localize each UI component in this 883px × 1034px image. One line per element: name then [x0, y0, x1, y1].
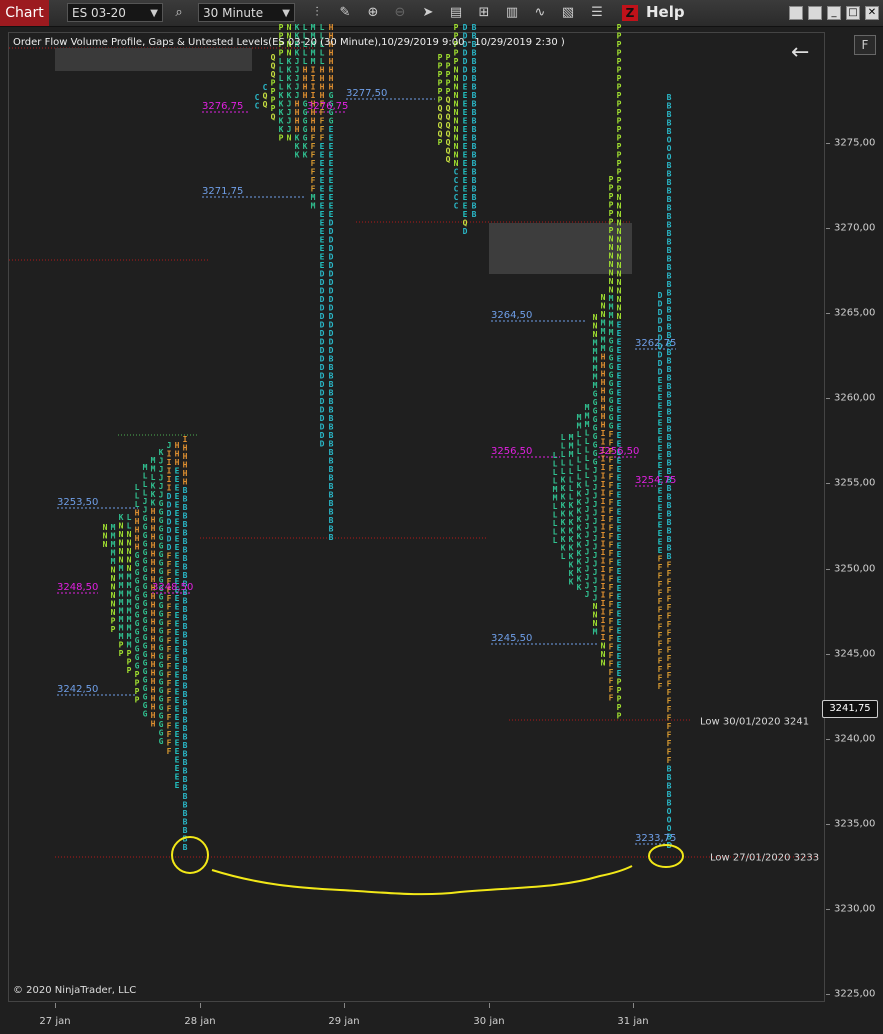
indicators-icon[interactable]: ∿: [531, 4, 549, 22]
untested-level-label: 3277,50: [346, 88, 388, 99]
poc-level-label: 3248,50: [57, 582, 99, 593]
session-low-label: Low 27/01/2020 3233: [710, 852, 820, 864]
list-icon[interactable]: ☰: [588, 4, 606, 22]
maximize-button[interactable]: □: [846, 6, 860, 20]
instrument-value: ES 03-20: [72, 6, 126, 20]
instrument-selector[interactable]: ES 03-20 ▼: [67, 3, 163, 22]
untested-level-label: 3245,50: [491, 633, 533, 644]
help-menu[interactable]: Help: [646, 3, 685, 21]
chart-panel[interactable]: [8, 32, 825, 1002]
interval-selector[interactable]: 30 Minute ▼: [198, 3, 295, 22]
y-tick-label: 3255,00: [834, 477, 876, 489]
y-tick-mark: [826, 398, 830, 400]
interval-value: 30 Minute: [203, 6, 264, 20]
f-button[interactable]: F: [854, 35, 876, 55]
untested-level-label: 3264,50: [491, 310, 533, 321]
poc-level-label: 3256,50: [491, 446, 533, 457]
x-tick-label: 27 jan: [39, 1016, 71, 1027]
chevron-down-icon: ▼: [282, 8, 290, 19]
bar-type-icon[interactable]: ⫶: [308, 4, 326, 22]
templates-icon[interactable]: ⊞: [475, 4, 493, 22]
y-tick-label: 3235,00: [834, 818, 876, 830]
properties-icon[interactable]: ▧: [559, 4, 577, 22]
y-tick-label: 3260,00: [834, 392, 876, 404]
y-tick-label: 3265,00: [834, 307, 876, 319]
chart-toolbar: Chart ES 03-20 ▼ ⌕ 30 Minute ▼ ⫶ ✎ ⊕ ⊖ ➤…: [0, 0, 883, 27]
x-tick-mark: [200, 1003, 201, 1008]
y-tick-mark: [826, 568, 830, 570]
session-low-label: Low 30/01/2020 3241: [700, 716, 810, 728]
untested-level-label: 3271,75: [202, 186, 244, 197]
close-button[interactable]: ✕: [865, 6, 879, 20]
x-tick-mark: [489, 1003, 490, 1008]
y-tick-label: 3240,00: [834, 733, 876, 745]
poc-level-label: 3276,75: [307, 101, 349, 112]
price-axis[interactable]: [826, 32, 883, 1002]
chevron-down-icon: ▼: [150, 8, 158, 19]
untested-level-label: 3242,50: [57, 684, 99, 695]
y-tick-mark: [826, 483, 830, 485]
zoom-out-icon[interactable]: ⊖: [391, 4, 409, 22]
y-tick-label: 3275,00: [834, 137, 876, 149]
untested-level-label: 3253,50: [57, 497, 99, 508]
y-tick-label: 3250,00: [834, 563, 876, 574]
search-icon[interactable]: ⌕: [170, 4, 188, 22]
y-tick-label: 3230,00: [834, 903, 876, 915]
untested-level-label: 3233,75: [635, 833, 677, 844]
x-tick-mark: [55, 1003, 56, 1008]
poc-level-label: 3276,75: [202, 101, 244, 112]
y-tick-label: 3270,00: [834, 222, 876, 234]
poc-level-label: 3254,75: [635, 475, 677, 486]
current-price-badge: 3241,75: [822, 699, 878, 718]
y-tick-mark: [826, 823, 830, 825]
y-tick-label: 3245,00: [834, 648, 876, 660]
chart-tab[interactable]: Chart: [0, 0, 49, 26]
y-tick-mark: [826, 228, 830, 230]
y-tick-mark: [826, 738, 830, 740]
x-tick-label: 31 jan: [617, 1016, 649, 1027]
x-tick-label: 29 jan: [328, 1016, 360, 1027]
x-tick-label: 30 jan: [473, 1016, 505, 1027]
y-tick-mark: [826, 994, 830, 995]
restore-button[interactable]: [808, 6, 822, 20]
untested-level-label: 3262,75: [635, 338, 677, 349]
y-tick-mark: [826, 908, 830, 910]
poc-level-label: 3248,50: [152, 582, 194, 593]
y-tick-mark: [826, 653, 830, 655]
pointer-icon[interactable]: ➤: [419, 4, 437, 22]
copyright-text: © 2020 NinjaTrader, LLC: [13, 985, 137, 996]
strategies-icon[interactable]: ▥: [503, 4, 521, 22]
x-tick-mark: [344, 1003, 345, 1008]
z-icon[interactable]: Z: [622, 5, 638, 21]
x-tick-label: 28 jan: [184, 1016, 216, 1027]
back-arrow-icon[interactable]: ←: [791, 40, 809, 65]
x-tick-mark: [633, 1003, 634, 1008]
y-tick-mark: [826, 143, 830, 144]
zoom-in-icon[interactable]: ⊕: [364, 4, 382, 22]
draw-pencil-icon[interactable]: ✎: [336, 4, 354, 22]
data-box-icon[interactable]: ▤: [447, 4, 465, 22]
time-axis[interactable]: [0, 1003, 883, 1034]
minimize-window-button[interactable]: _: [827, 6, 841, 20]
minimize-button[interactable]: [789, 6, 803, 20]
y-tick-mark: [826, 313, 830, 315]
chart-title: Order Flow Volume Profile, Gaps & Untest…: [13, 37, 565, 48]
y-tick-label: 3225,00: [834, 988, 876, 1000]
poc-level-label: 3256,50: [598, 446, 640, 457]
